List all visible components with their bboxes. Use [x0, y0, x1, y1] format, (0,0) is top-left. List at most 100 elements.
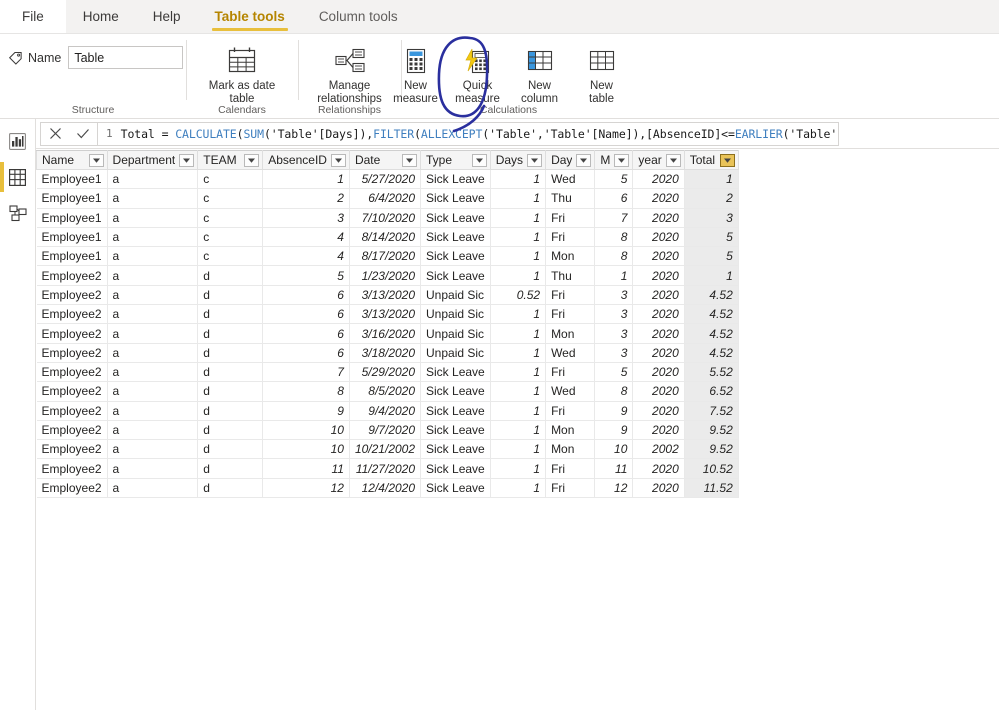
- cell-total[interactable]: 9.52: [684, 420, 739, 441]
- cell-absenceid[interactable]: 7: [262, 362, 350, 383]
- cell-m[interactable]: 8: [594, 246, 634, 267]
- cell-absenceid[interactable]: 4: [262, 227, 350, 248]
- column-header-year[interactable]: year: [632, 150, 685, 170]
- column-header-m[interactable]: M: [594, 150, 634, 170]
- cell-days[interactable]: 1: [490, 265, 547, 286]
- cell-type[interactable]: Sick Leave: [420, 362, 491, 383]
- cell-name[interactable]: Employee2: [36, 304, 108, 325]
- cell-year[interactable]: 2020: [632, 458, 685, 479]
- cell-department[interactable]: a: [107, 343, 199, 363]
- cell-team[interactable]: c: [197, 188, 264, 209]
- cell-days[interactable]: 1: [490, 208, 547, 228]
- cell-department[interactable]: a: [107, 285, 199, 306]
- cell-name[interactable]: Employee2: [36, 401, 108, 421]
- cell-absenceid[interactable]: 2: [262, 188, 350, 209]
- table-row[interactable]: Employee2 a d 10 10/21/2002 Sick Leave 1 Mon 10 2…: [36, 439, 739, 460]
- cell-m[interactable]: 7: [594, 208, 634, 228]
- cell-m[interactable]: 3: [594, 285, 634, 306]
- cell-day[interactable]: Fri: [545, 304, 596, 325]
- cell-department[interactable]: a: [107, 265, 199, 286]
- commit-formula-button[interactable]: [69, 123, 97, 145]
- cell-absenceid[interactable]: 11: [262, 458, 350, 479]
- cell-year[interactable]: 2020: [632, 304, 685, 325]
- cell-team[interactable]: d: [197, 401, 264, 421]
- cell-days[interactable]: 1: [490, 381, 547, 402]
- cell-team[interactable]: d: [197, 265, 264, 286]
- table-row[interactable]: Employee2 a d 6 3/18/2020 Unpaid Sic 1 Wed 3 2020…: [36, 343, 739, 363]
- cell-m[interactable]: 3: [594, 323, 634, 344]
- cell-date[interactable]: 1/23/2020: [349, 265, 422, 286]
- cell-type[interactable]: Unpaid Sic: [420, 304, 491, 325]
- cell-m[interactable]: 9: [594, 420, 634, 441]
- cell-date[interactable]: 3/18/2020: [349, 343, 422, 363]
- cell-absenceid[interactable]: 1: [262, 169, 350, 190]
- cell-date[interactable]: 3/13/2020: [349, 285, 422, 306]
- tab-help[interactable]: Help: [136, 0, 198, 33]
- new-measure-button[interactable]: New measure: [385, 38, 447, 105]
- cell-day[interactable]: Mon: [545, 420, 596, 441]
- cell-m[interactable]: 5: [594, 169, 634, 190]
- cell-type[interactable]: Sick Leave: [420, 478, 491, 499]
- cell-date[interactable]: 9/4/2020: [349, 401, 422, 421]
- cell-days[interactable]: 1: [490, 169, 547, 190]
- cell-days[interactable]: 1: [490, 458, 547, 479]
- cancel-formula-button[interactable]: [41, 123, 69, 145]
- cell-absenceid[interactable]: 6: [262, 323, 350, 344]
- cell-date[interactable]: 10/21/2002: [349, 439, 422, 460]
- table-row[interactable]: Employee1 a c 1 5/27/2020 Sick Leave 1 Wed 5 2020…: [36, 169, 739, 190]
- cell-name[interactable]: Employee2: [36, 343, 108, 363]
- cell-year[interactable]: 2020: [632, 169, 685, 190]
- cell-days[interactable]: 1: [490, 362, 547, 383]
- cell-date[interactable]: 8/5/2020: [349, 381, 422, 402]
- column-header-absenceid[interactable]: AbsenceID: [262, 150, 350, 170]
- cell-absenceid[interactable]: 6: [262, 304, 350, 325]
- cell-days[interactable]: 1: [490, 188, 547, 209]
- cell-absenceid[interactable]: 9: [262, 401, 350, 421]
- cell-type[interactable]: Unpaid Sic: [420, 285, 491, 306]
- column-header-total[interactable]: Total: [683, 150, 739, 170]
- tab-file[interactable]: File: [0, 0, 66, 33]
- cell-total[interactable]: 4.52: [684, 343, 739, 363]
- cell-day[interactable]: Mon: [545, 439, 596, 460]
- cell-m[interactable]: 5: [594, 362, 634, 383]
- cell-total[interactable]: 2: [684, 188, 739, 209]
- cell-team[interactable]: d: [197, 304, 264, 325]
- table-row[interactable]: Employee2 a d 6 3/16/2020 Unpaid Sic 1 Mon 3 2020…: [36, 323, 739, 344]
- cell-m[interactable]: 6: [594, 188, 634, 209]
- cell-type[interactable]: Sick Leave: [420, 188, 491, 209]
- cell-absenceid[interactable]: 5: [262, 265, 350, 286]
- cell-name[interactable]: Employee1: [36, 227, 108, 248]
- tab-table-tools[interactable]: Table tools: [198, 0, 302, 33]
- cell-m[interactable]: 9: [594, 401, 634, 421]
- cell-name[interactable]: Employee2: [36, 458, 108, 479]
- column-filter-button[interactable]: [576, 153, 592, 167]
- cell-date[interactable]: 9/7/2020: [349, 420, 422, 441]
- cell-type[interactable]: Unpaid Sic: [420, 343, 491, 363]
- cell-team[interactable]: d: [197, 458, 264, 479]
- cell-absenceid[interactable]: 10: [262, 420, 350, 441]
- cell-team[interactable]: d: [197, 323, 264, 344]
- cell-year[interactable]: 2020: [632, 323, 685, 344]
- cell-total[interactable]: 3: [684, 208, 739, 228]
- cell-name[interactable]: Employee2: [36, 420, 108, 441]
- cell-type[interactable]: Sick Leave: [420, 381, 491, 402]
- cell-m[interactable]: 8: [594, 381, 634, 402]
- column-header-department[interactable]: Department: [106, 150, 199, 170]
- cell-date[interactable]: 5/27/2020: [349, 169, 422, 190]
- cell-type[interactable]: Unpaid Sic: [420, 323, 491, 344]
- cell-total[interactable]: 10.52: [684, 458, 739, 479]
- cell-day[interactable]: Wed: [545, 381, 596, 402]
- formula-input[interactable]: 1 Total = CALCULATE (SUM('Table'[Days]),F…: [97, 121, 839, 146]
- cell-day[interactable]: Fri: [545, 401, 596, 421]
- table-row[interactable]: Employee2 a d 11 11/27/2020 Sick Leave 1 Fri 11 2…: [36, 458, 739, 479]
- table-row[interactable]: Employee1 a c 4 8/14/2020 Sick Leave 1 Fri 8 2020…: [36, 227, 739, 248]
- cell-year[interactable]: 2020: [632, 343, 685, 363]
- cell-absenceid[interactable]: 12: [262, 478, 350, 499]
- column-header-date[interactable]: Date: [348, 150, 422, 170]
- cell-date[interactable]: 3/13/2020: [349, 304, 422, 325]
- cell-type[interactable]: Sick Leave: [420, 227, 491, 248]
- cell-name[interactable]: Employee2: [36, 265, 108, 286]
- cell-type[interactable]: Sick Leave: [420, 265, 491, 286]
- cell-type[interactable]: Sick Leave: [420, 208, 491, 228]
- cell-team[interactable]: d: [197, 362, 264, 383]
